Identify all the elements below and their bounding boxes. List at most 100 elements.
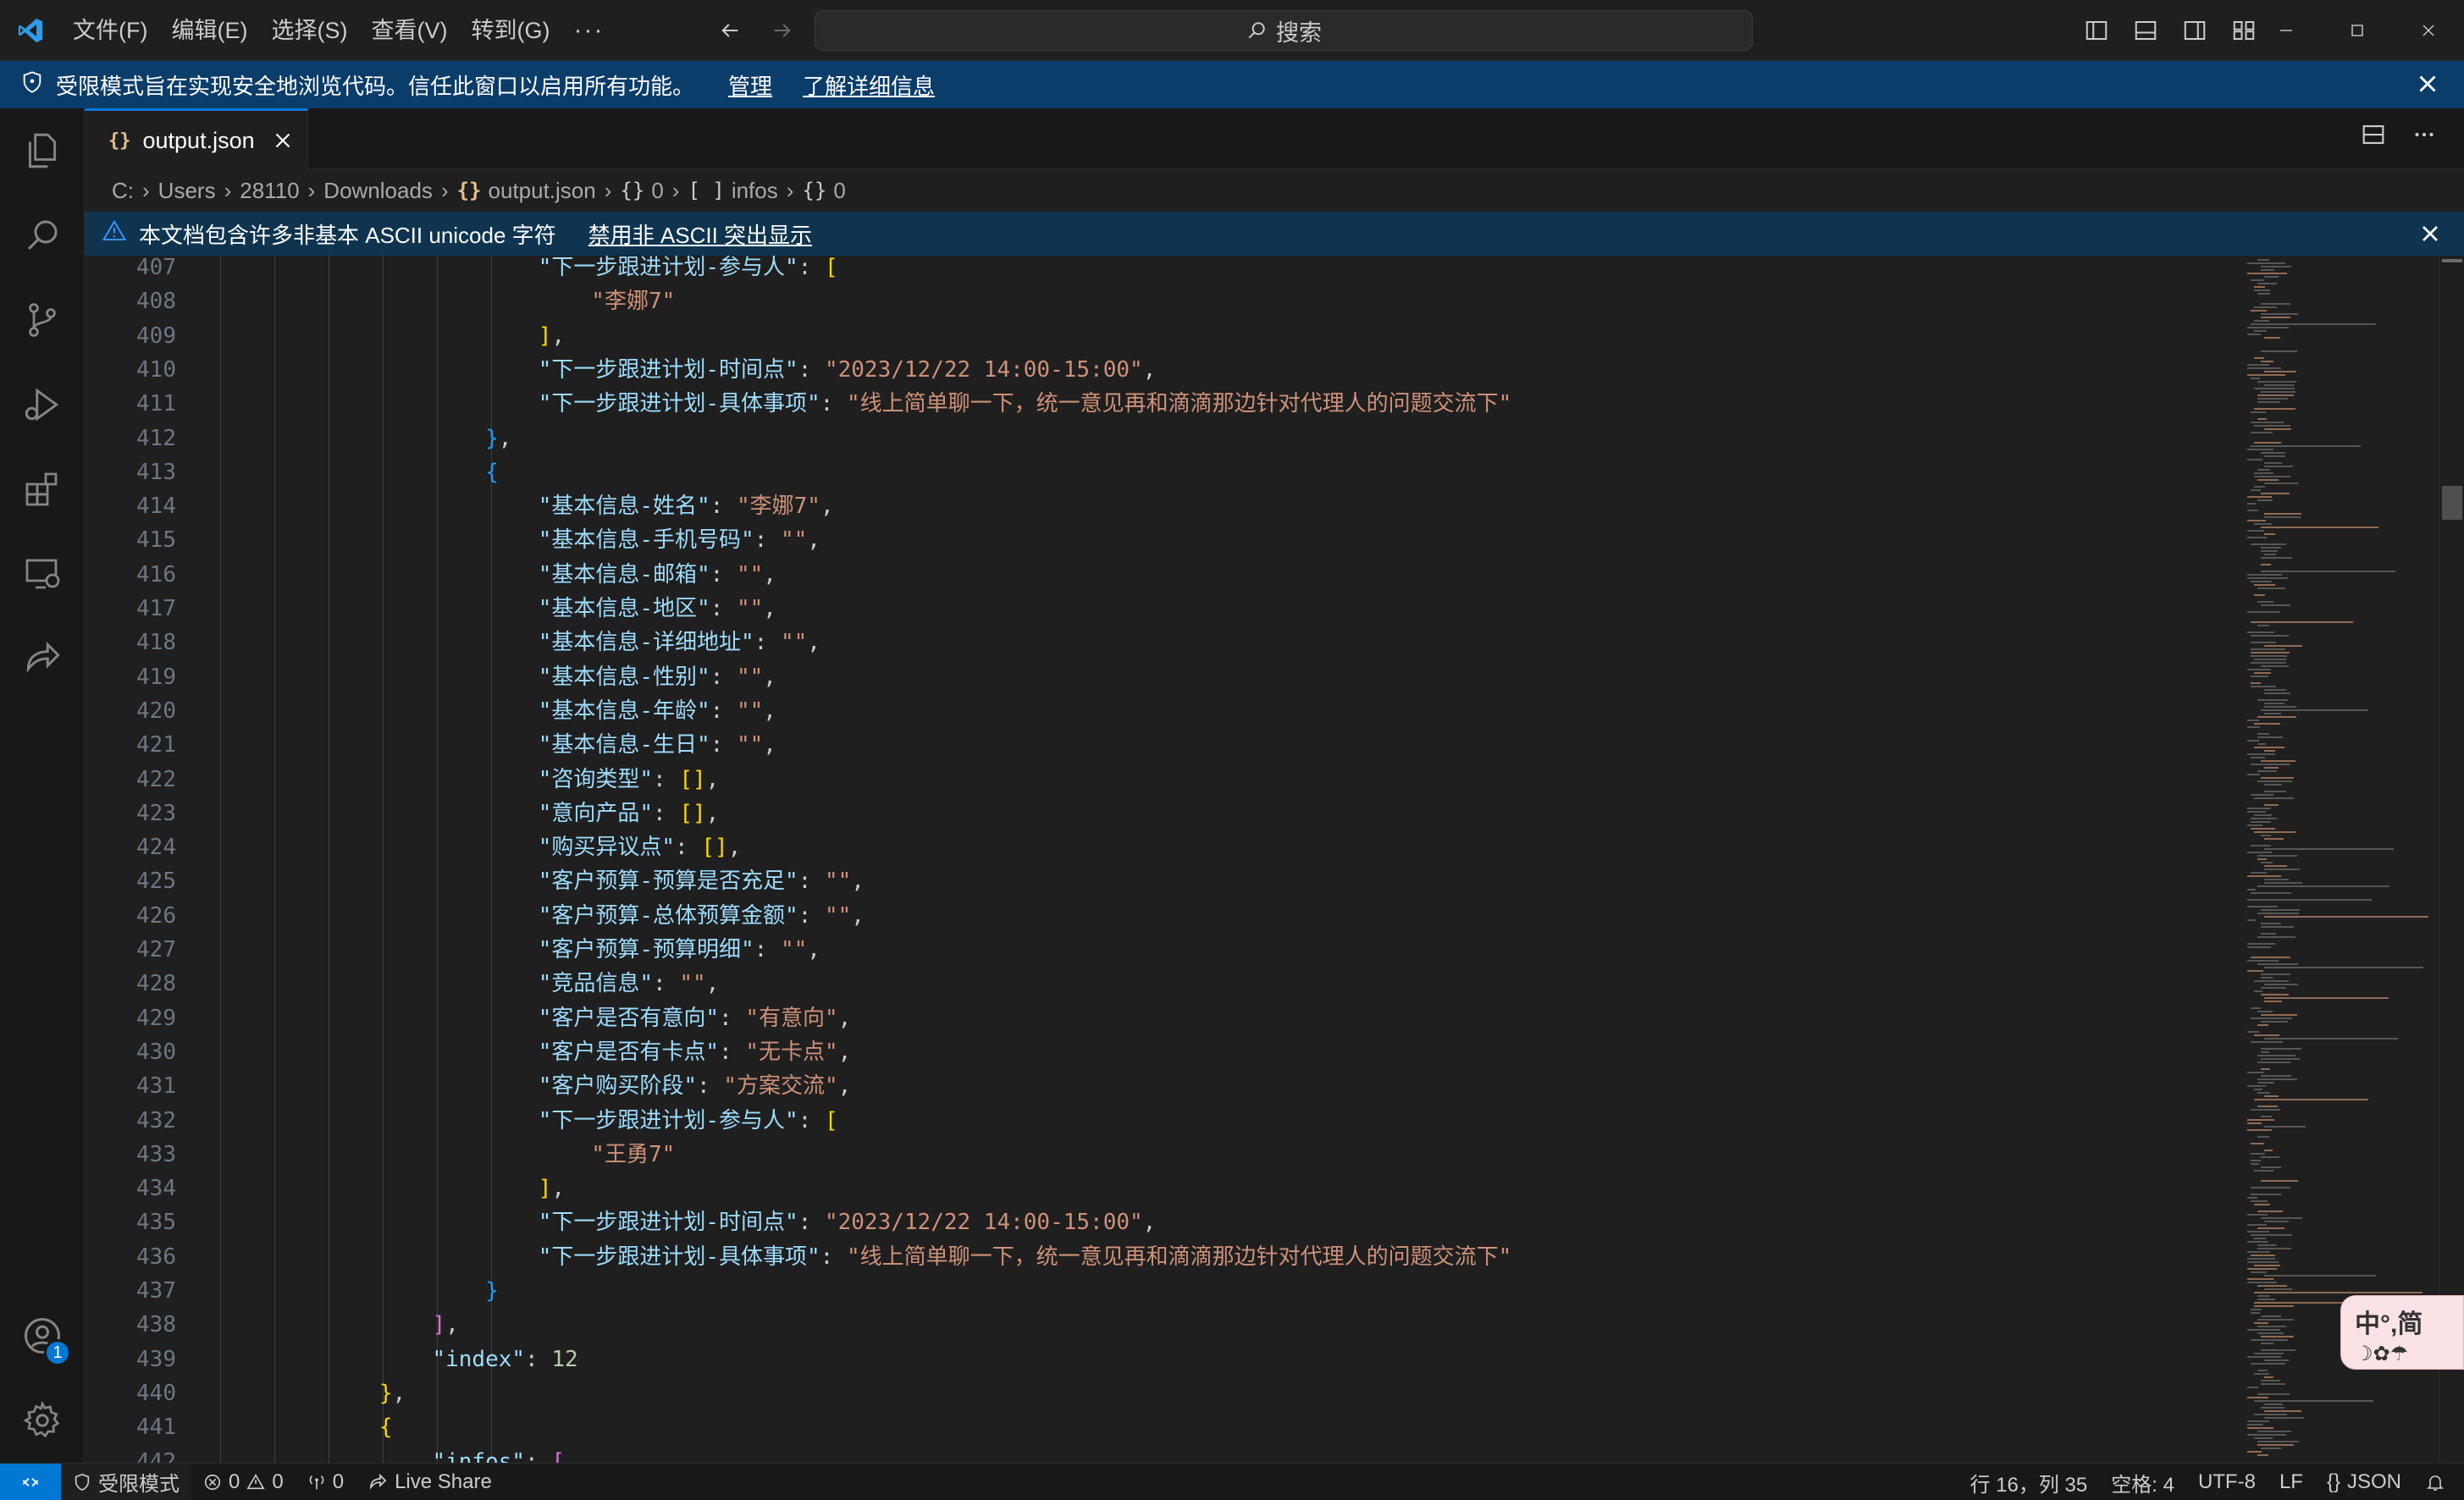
live-share-status[interactable]: Live Share [356,1464,504,1500]
minimap[interactable] [2242,256,2445,1463]
menu-file[interactable]: 文件(F) [61,10,159,51]
run-debug-icon[interactable] [0,362,85,447]
explorer-icon[interactable] [0,108,85,193]
toggle-panel-icon[interactable] [2127,12,2164,49]
code-line[interactable]: 414 "基本信息-姓名": "李娜7", [85,489,2235,523]
code-line[interactable]: 413 { [85,455,2235,489]
menu-edit[interactable]: 编辑(E) [159,10,259,51]
code-line[interactable]: 433 "王勇7" [85,1138,2235,1172]
problems-status[interactable]: 0 0 [191,1464,296,1500]
scrollbar-thumb[interactable] [2442,486,2462,520]
code-line[interactable]: 437 } [85,1274,2235,1308]
disable-highlight-link[interactable]: 禁用非 ASCII 突出显示 [588,218,812,250]
minimap-line [2254,523,2272,525]
code-line[interactable]: 417 "基本信息-地区": "", [85,592,2235,626]
manage-link[interactable]: 管理 [728,69,772,101]
minimap-line [2247,1278,2273,1280]
code-line[interactable]: 432 "下一步跟进计划-参与人": [ [85,1104,2235,1138]
menu-go[interactable]: 转到(G) [459,10,561,51]
indentation-status[interactable]: 空格: 4 [2099,1464,2186,1500]
code-line[interactable]: 416 "基本信息-邮箱": "", [85,558,2235,592]
code-line[interactable]: 426 "客户预算-总体预算金额": "", [85,899,2235,933]
settings-gear-icon[interactable] [0,1378,85,1463]
breadcrumb-user[interactable]: 28110 [240,178,299,204]
more-actions-icon[interactable] [2410,120,2439,153]
code-line[interactable]: 425 "客户预算-预算是否充足": "", [85,864,2235,898]
code-line[interactable]: 408 "李娜7" [85,284,2235,318]
ports-status[interactable]: 0 [296,1464,356,1500]
code-line[interactable]: 420 "基本信息-年龄": "", [85,694,2235,728]
code-line[interactable]: 424 "购买异议点": [], [85,830,2235,864]
learn-more-link[interactable]: 了解详细信息 [803,69,935,101]
breadcrumb-file[interactable]: {} output.json [457,178,596,204]
toggle-primary-sidebar-icon[interactable] [2078,12,2115,49]
code-line[interactable]: 431 "客户购买阶段": "方案交流", [85,1069,2235,1103]
search-view-icon[interactable] [0,193,85,278]
extensions-icon[interactable] [0,447,85,532]
code-area[interactable]: 407 "下一步跟进计划-参与人": [408 "李娜7" 409 ], 410 "… [85,256,2235,1463]
code-line[interactable]: 436 "下一步跟进计划-具体事项": "线上简单聊一下，统一意见再和滴滴那边针… [85,1240,2235,1274]
breadcrumb-drive[interactable]: C: [112,178,134,204]
cursor-position-status[interactable]: 行 16，列 35 [1958,1464,2100,1500]
close-window-icon[interactable] [2393,0,2464,61]
code-line[interactable]: 421 "基本信息-生日": "", [85,728,2235,762]
menu-view[interactable]: 查看(V) [359,10,459,51]
vertical-scrollbar[interactable] [2439,256,2464,1463]
code-line[interactable]: 438 ], [85,1308,2235,1342]
close-banner-icon[interactable] [2413,69,2442,104]
code-line[interactable]: 442 "infos": [ [85,1445,2235,1464]
close-warning-icon[interactable] [2417,220,2444,253]
menu-more-button[interactable]: ··· [561,10,616,51]
accounts-icon[interactable]: 1 [0,1293,85,1378]
code-line[interactable]: 440 }, [85,1376,2235,1410]
minimize-icon[interactable] [2251,0,2322,61]
live-share-icon[interactable] [0,616,85,701]
code-line[interactable]: 428 "竞品信息": "", [85,967,2235,1001]
minimap-line [2264,1126,2306,1128]
code-line[interactable]: 415 "基本信息-手机号码": "", [85,523,2235,557]
encoding-status[interactable]: UTF-8 [2186,1464,2268,1500]
code-line[interactable]: 423 "意向产品": [], [85,797,2235,830]
code-line[interactable]: 434 ], [85,1172,2235,1205]
code-line[interactable]: 410 "下一步跟进计划-时间点": "2023/12/22 14:00-15:… [85,353,2235,387]
breadcrumb-infos[interactable]: [ ] infos [688,178,777,204]
breadcrumb-object-1[interactable]: {} 0 [802,178,845,204]
language-mode-status[interactable]: {} JSON [2315,1464,2413,1500]
command-center-search[interactable]: 搜索 [815,10,1753,51]
notifications-bell-icon[interactable] [2413,1464,2464,1500]
code-line[interactable]: 441 { [85,1410,2235,1444]
code-line[interactable]: 422 "咨询类型": [], [85,763,2235,797]
code-line[interactable]: 439 "index": 12 [85,1343,2235,1376]
code-line[interactable]: 407 "下一步跟进计划-参与人": [ [85,256,2235,284]
breadcrumb-downloads[interactable]: Downloads [323,178,433,204]
code-line[interactable]: 418 "基本信息-详细地址": "", [85,626,2235,659]
code-line[interactable]: 427 "客户预算-预算明细": "", [85,933,2235,967]
code-editor[interactable]: 407 "下一步跟进计划-参与人": [408 "李娜7" 409 ], 410 "… [85,256,2464,1463]
code-line[interactable]: 412 }, [85,422,2235,455]
code-line[interactable]: 419 "基本信息-性别": "", [85,660,2235,694]
breadcrumb-object-0[interactable]: {} 0 [620,178,663,204]
source-control-icon[interactable] [0,278,85,362]
maximize-icon[interactable] [2322,0,2393,61]
minimap-line [2251,411,2266,413]
toggle-secondary-sidebar-icon[interactable] [2176,12,2213,49]
eol-status[interactable]: LF [2268,1464,2315,1500]
minimap-line [2264,384,2295,386]
remote-explorer-icon[interactable] [0,532,85,616]
code-line[interactable]: 409 ], [85,319,2235,353]
menu-selection[interactable]: 选择(S) [259,10,359,51]
minimap-line [2264,1417,2304,1419]
back-arrow-icon[interactable] [711,12,749,49]
forward-arrow-icon[interactable] [764,12,801,49]
tab-output-json[interactable]: {} output.json [85,108,308,170]
code-line[interactable]: 430 "客户是否有卡点": "无卡点", [85,1035,2235,1069]
breadcrumb-users[interactable]: Users [158,178,216,204]
split-editor-icon[interactable] [2359,120,2388,153]
close-tab-icon[interactable] [270,128,296,159]
code-line[interactable]: 411 "下一步跟进计划-具体事项": "线上简单聊一下，统一意见再和滴滴那边针… [85,387,2235,421]
ime-toolbar[interactable]: 中°,简 ☽✿☂ [2340,1295,2464,1370]
restricted-mode-status[interactable]: 受限模式 [61,1463,191,1500]
code-line[interactable]: 429 "客户是否有意向": "有意向", [85,1001,2235,1035]
code-line[interactable]: 435 "下一步跟进计划-时间点": "2023/12/22 14:00-15:… [85,1205,2235,1239]
remote-indicator-icon[interactable] [0,1463,61,1500]
